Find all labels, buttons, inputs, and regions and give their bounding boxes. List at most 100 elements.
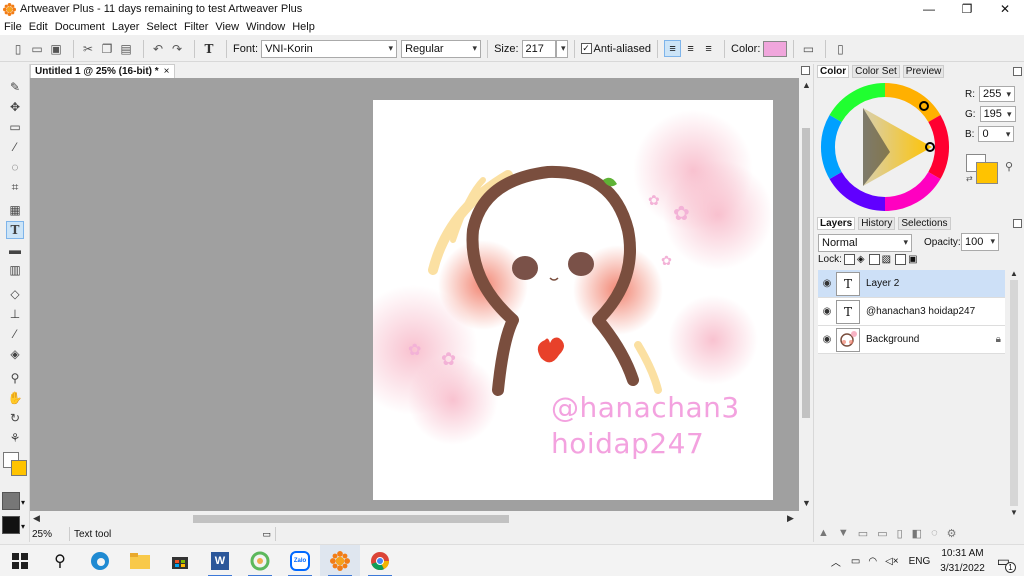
green-input[interactable]: 195 ▾	[979, 106, 1016, 122]
drawing-canvas[interactable]: ✿ ✿ ✿ ✿ ✿ @hanachan3 hoidap247	[373, 100, 773, 500]
canvas-viewport[interactable]: ✿ ✿ ✿ ✿ ✿ @hanachan3 hoidap247	[30, 78, 799, 511]
rectangle-select-icon[interactable]: ▭	[6, 118, 24, 136]
file-explorer-icon[interactable]	[120, 545, 160, 576]
show-hidden-icons-icon[interactable]: ︿	[831, 554, 841, 569]
document-tab[interactable]: Untitled 1 @ 25% (16-bit) * ×	[30, 64, 175, 78]
menu-filter[interactable]: Filter	[184, 21, 208, 33]
size-input[interactable]: 217	[521, 39, 556, 58]
visibility-eye-icon[interactable]: ◉	[818, 306, 836, 317]
panel-menu-icon[interactable]	[1013, 219, 1022, 228]
undo-icon[interactable]: ↶	[150, 41, 166, 57]
lock-position-checkbox[interactable]	[895, 254, 907, 265]
text-tool-icon[interactable]: T	[6, 221, 24, 239]
clone-tool-icon[interactable]: ⊥	[6, 305, 24, 323]
tab-color[interactable]: Color	[817, 65, 850, 78]
layer-mask-icon[interactable]: ◌	[931, 527, 938, 539]
scrollbar-thumb[interactable]	[193, 515, 509, 523]
tab-selections[interactable]: Selections	[898, 217, 951, 230]
delete-layer-icon[interactable]: ⚙	[947, 527, 957, 540]
language-indicator[interactable]: ENG	[909, 556, 931, 567]
menu-layer[interactable]: Layer	[112, 21, 140, 33]
merge-layer-icon[interactable]: ◧	[912, 527, 922, 540]
horizontal-scrollbar[interactable]: ◀ ▶	[30, 511, 799, 526]
chrome-icon[interactable]	[360, 545, 400, 576]
tab-layers[interactable]: Layers	[817, 217, 856, 230]
zalo-icon[interactable]: Zalo	[280, 545, 320, 576]
magic-wand-icon[interactable]: ⁄	[6, 138, 24, 156]
font-select[interactable]: VNI-Korin ▾	[261, 39, 398, 58]
menu-select[interactable]: Select	[146, 21, 177, 33]
fill-bucket-icon[interactable]: ◈	[6, 345, 24, 363]
lock-transparency-checkbox[interactable]	[843, 254, 855, 265]
volume-icon[interactable]: ◁×	[885, 556, 899, 567]
move-layer-up-icon[interactable]: ▲	[818, 527, 829, 539]
vertical-scrollbar[interactable]: ▲ ▼	[799, 78, 813, 511]
align-right-button[interactable]: ≡	[700, 40, 717, 57]
menu-edit[interactable]: Edit	[29, 21, 48, 33]
wifi-icon[interactable]: ◠	[868, 556, 877, 567]
move-layer-down-icon[interactable]: ▼	[838, 527, 849, 539]
stamp-tool-icon[interactable]: ▦	[6, 201, 24, 219]
app-green-icon[interactable]	[240, 545, 280, 576]
menu-help[interactable]: Help	[292, 21, 315, 33]
scroll-up-icon[interactable]: ▲	[1010, 269, 1018, 278]
new-layer-icon[interactable]: ▭	[858, 527, 868, 540]
close-button[interactable]: ✕	[986, 0, 1024, 18]
windows-start-icon[interactable]	[0, 545, 40, 576]
foreground-color-swatch[interactable]	[11, 460, 27, 476]
color-wheel[interactable]	[820, 82, 950, 212]
text-color-swatch[interactable]	[763, 40, 788, 57]
canvas-text-layer[interactable]: @hanachan3 hoidap247	[551, 390, 740, 462]
duplicate-layer-icon[interactable]: ▯	[897, 527, 903, 540]
menu-document[interactable]: Document	[55, 21, 105, 33]
document-menu-icon[interactable]	[801, 66, 810, 75]
move-tool-icon[interactable]: ✥	[6, 98, 24, 116]
restore-button[interactable]: ❐	[948, 0, 986, 18]
lasso-tool-icon[interactable]: ◌	[6, 158, 24, 176]
new-document-icon[interactable]: ▯	[10, 41, 26, 57]
antialias-checkbox[interactable]: ✓	[580, 43, 592, 54]
brush-tool-icon[interactable]: ✎	[6, 78, 24, 96]
notification-icon[interactable]: ▭ 1	[997, 553, 1016, 573]
layer-row[interactable]: ◉ T @hanachan3 hoidap247	[818, 298, 1005, 326]
rotate-view-icon[interactable]: ↻	[6, 409, 24, 427]
edge-icon[interactable]	[80, 545, 120, 576]
panel-menu-icon[interactable]	[1013, 67, 1022, 76]
cut-icon[interactable]: ✂	[80, 41, 96, 57]
opacity-input[interactable]: 100 ▾	[961, 233, 999, 251]
save-icon[interactable]: ▣	[48, 41, 64, 57]
swap-colors-icon[interactable]: ⇄	[966, 174, 973, 183]
scroll-right-icon[interactable]: ▶	[787, 513, 794, 524]
text-warp-icon[interactable]: ▭	[800, 41, 816, 57]
size-dropdown-button[interactable]: ▾	[555, 39, 568, 58]
minimize-button[interactable]: —	[910, 0, 948, 18]
blend-mode-select[interactable]: Normal ▾	[818, 234, 912, 252]
lock-image-checkbox[interactable]	[868, 254, 880, 265]
tab-history[interactable]: History	[858, 217, 896, 230]
zoom-tool-icon[interactable]: ⚲	[6, 369, 24, 387]
battery-icon[interactable]: ▭	[851, 556, 860, 567]
menu-file[interactable]: File	[4, 21, 22, 33]
hand-tool-icon[interactable]: ✋	[6, 389, 24, 407]
scroll-left-icon[interactable]: ◀	[33, 513, 40, 524]
status-options-icon[interactable]: ▭	[262, 529, 271, 540]
eraser-tool-icon[interactable]: ◇	[6, 285, 24, 303]
new-folder-icon[interactable]: ▭	[877, 527, 887, 540]
crop-tool-icon[interactable]: ⌗	[6, 178, 24, 196]
brush-preset-icon[interactable]	[2, 492, 20, 510]
red-input[interactable]: 255 ▾	[979, 86, 1015, 102]
store-icon[interactable]	[160, 545, 200, 576]
gradient-tool-icon[interactable]: ▥	[6, 261, 24, 279]
eyedropper-tool-icon[interactable]: ⁄	[6, 325, 24, 343]
clock[interactable]: 10:31 AM 3/31/2022	[940, 546, 985, 576]
smudge-tool-icon[interactable]: ⚘	[6, 429, 24, 447]
search-icon[interactable]: ⚲	[40, 545, 80, 576]
layer-row[interactable]: ◉ Background 🔒︎	[818, 326, 1005, 354]
align-center-button[interactable]: ≡	[682, 40, 699, 57]
menu-window[interactable]: Window	[246, 21, 285, 33]
scrollbar-thumb[interactable]	[1010, 280, 1018, 506]
artweaver-icon[interactable]	[320, 545, 360, 576]
paper-texture-icon[interactable]	[2, 516, 20, 534]
close-tab-icon[interactable]: ×	[164, 66, 170, 77]
redo-icon[interactable]: ↷	[169, 41, 185, 57]
